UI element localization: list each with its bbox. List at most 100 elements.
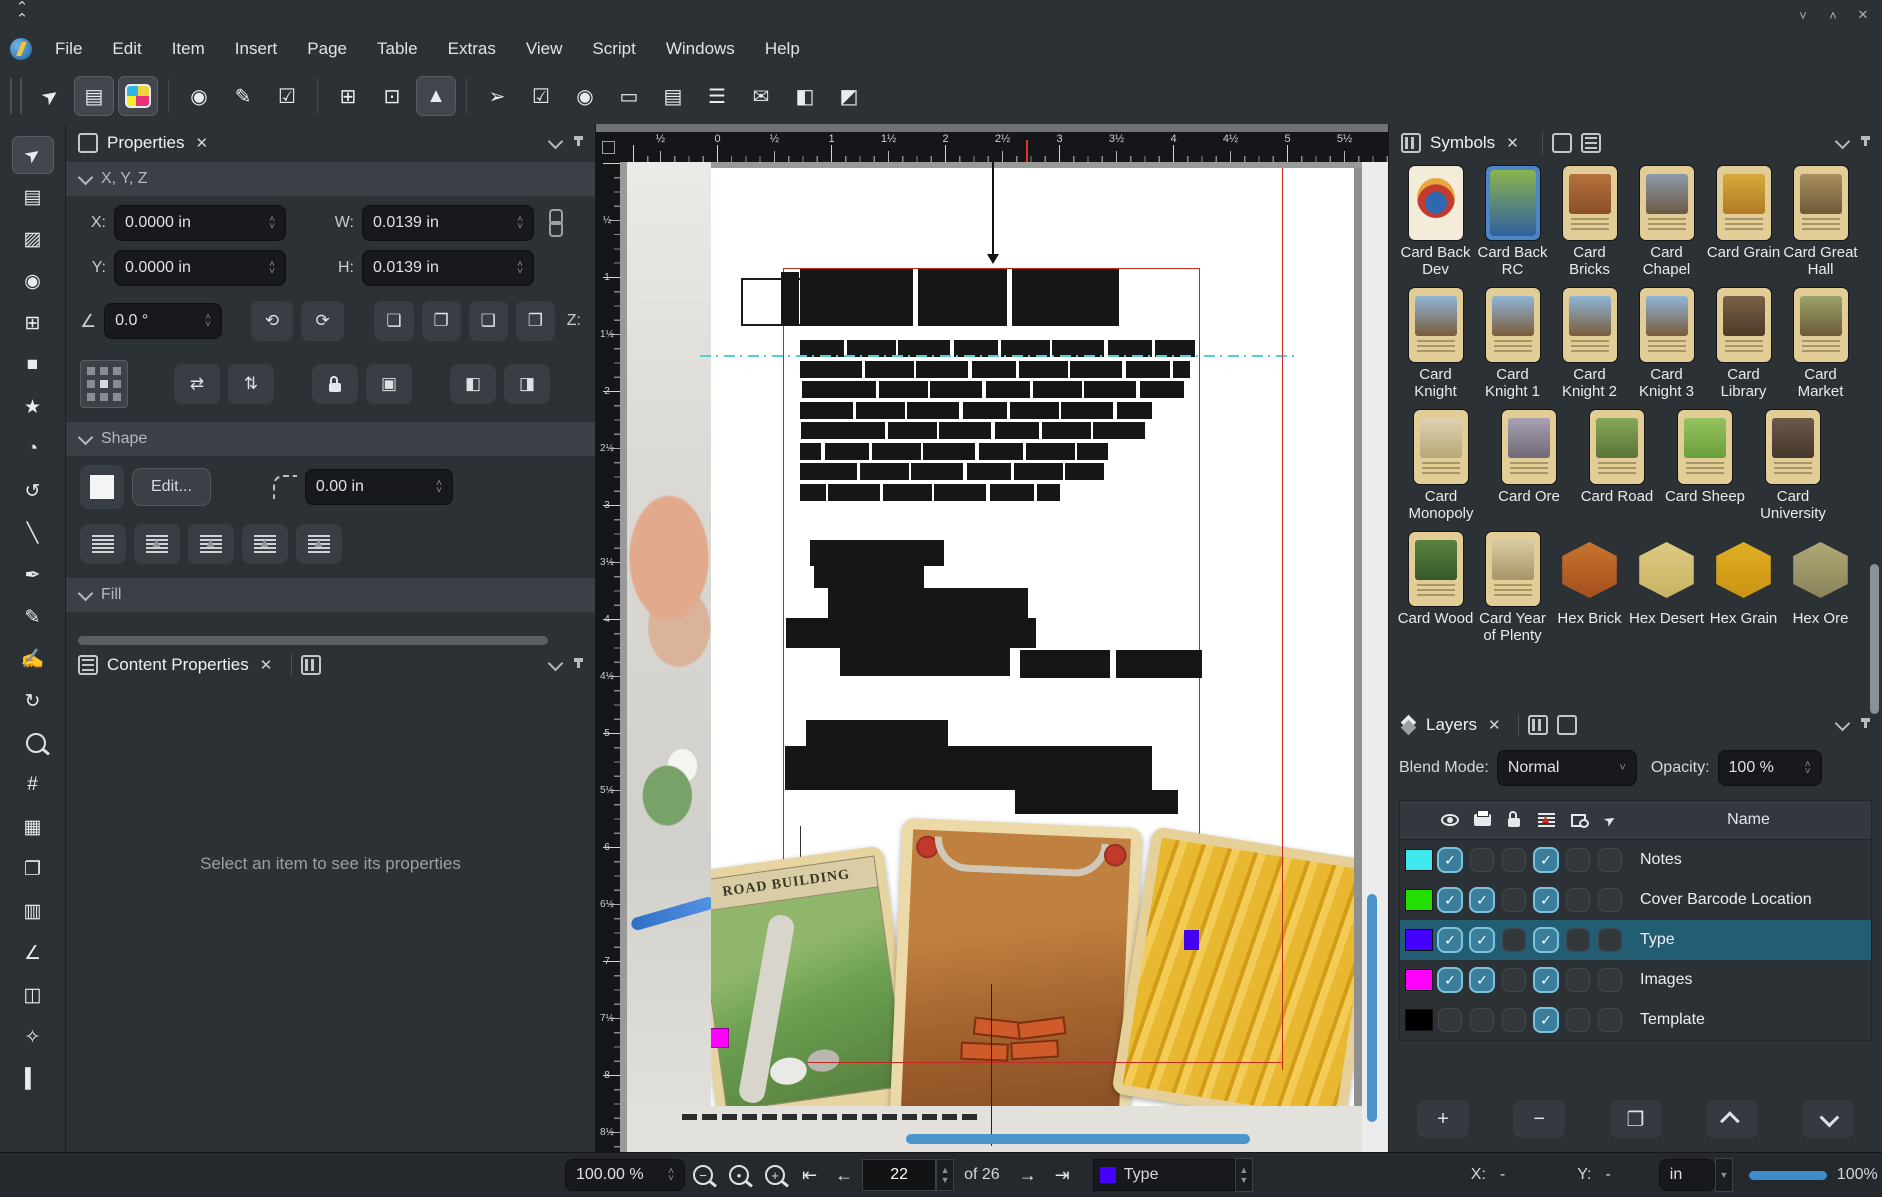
layer-print-checkbox[interactable]: [1471, 849, 1493, 871]
layer-visible-checkbox[interactable]: [1439, 849, 1461, 871]
layer-lock-checkbox[interactable]: [1503, 889, 1525, 911]
shape-swatch-button[interactable]: [80, 465, 124, 509]
symbol-item[interactable]: Card Year of Plenty: [1474, 532, 1551, 644]
next-page-icon[interactable]: →: [1019, 1165, 1037, 1186]
measurements-tool[interactable]: ∠: [12, 934, 54, 972]
edit-contents-tool[interactable]: #: [12, 766, 54, 804]
layer-combo-spinner[interactable]: ▲▼: [1235, 1158, 1253, 1192]
images-layer-handle[interactable]: [711, 1028, 729, 1048]
catan-card-brick[interactable]: [890, 818, 1143, 1128]
symbol-item[interactable]: Card Knight 3: [1628, 288, 1705, 400]
menu-item[interactable]: Page: [292, 30, 362, 68]
content-properties-close-icon[interactable]: ✕: [260, 656, 273, 674]
layers-collapse-chevron-icon[interactable]: [1835, 715, 1851, 731]
symbol-item[interactable]: Card Back RC: [1474, 166, 1551, 278]
symbol-item[interactable]: Card Knight 2: [1551, 288, 1628, 400]
page-number-input[interactable]: 22: [862, 1159, 936, 1191]
symbol-item[interactable]: Card Sheep: [1661, 410, 1749, 522]
select-item-tool[interactable]: ➤: [12, 136, 54, 174]
link-wh-icon[interactable]: [546, 208, 564, 238]
symbol-item[interactable]: Card University: [1749, 410, 1837, 522]
corner-radius-input[interactable]: 0.00 in˄˅: [305, 469, 453, 505]
insert-polygon-tool[interactable]: ★: [12, 388, 54, 426]
toolbar-drag-handle[interactable]: [10, 78, 22, 114]
collapse-toolbar-chevrons-icon[interactable]: ⌃⌃: [8, 2, 34, 26]
symbol-item[interactable]: Card Grain: [1705, 166, 1782, 278]
layer-color-swatch[interactable]: [1406, 890, 1432, 910]
symbol-item[interactable]: Card Library: [1705, 288, 1782, 400]
raise-button[interactable]: ❐: [422, 301, 461, 341]
rotation-input[interactable]: 0.0 °˄˅: [104, 303, 222, 339]
window-maximize-button[interactable]: ˄: [1822, 4, 1844, 26]
preflight-verifier-button[interactable]: ☑: [267, 76, 307, 116]
pdf-push-button[interactable]: ➢: [477, 76, 517, 116]
zoom-tool[interactable]: [12, 724, 54, 762]
symbols-pin-icon[interactable]: [1860, 136, 1870, 150]
last-page-icon[interactable]: ⇥: [1055, 1165, 1070, 1186]
layer-lock-checkbox[interactable]: [1503, 969, 1525, 991]
section-shape[interactable]: Shape: [66, 422, 595, 456]
symbols-close-icon[interactable]: ✕: [1506, 134, 1519, 152]
blend-mode-select[interactable]: Normal˅: [1497, 750, 1637, 786]
symbol-item[interactable]: Card Monopoly: [1397, 410, 1485, 522]
layer-outline-checkbox[interactable]: [1567, 889, 1589, 911]
symbol-item[interactable]: Card Knight: [1397, 288, 1474, 400]
edit-shape-button[interactable]: ✎: [223, 76, 263, 116]
symbol-item[interactable]: Card Back Dev: [1397, 166, 1474, 278]
zoom-100-icon[interactable]: •: [729, 1165, 749, 1185]
symbol-item[interactable]: Hex Ore: [1782, 532, 1859, 644]
insert-arc-tool[interactable]: ◔: [12, 430, 54, 468]
insert-text-frame-button[interactable]: ▤: [74, 76, 114, 116]
layer-outline-checkbox[interactable]: [1567, 849, 1589, 871]
unit-select[interactable]: in: [1659, 1159, 1715, 1191]
duplicate-layer-button[interactable]: ❐: [1610, 1100, 1662, 1138]
insert-shape-tool[interactable]: ■: [12, 346, 54, 384]
insert-calligraphic-tool[interactable]: ✍: [12, 640, 54, 678]
window-close-button[interactable]: ✕: [1852, 4, 1874, 26]
symbol-item[interactable]: Card Knight 1: [1474, 288, 1551, 400]
layer-print-checkbox[interactable]: [1471, 929, 1493, 951]
layer-color-swatch[interactable]: [1406, 1010, 1432, 1030]
basepoint-selector[interactable]: [80, 360, 128, 408]
layer-outline-checkbox[interactable]: [1567, 929, 1589, 951]
layer-print-checkbox[interactable]: [1471, 1009, 1493, 1031]
symbol-item[interactable]: Card Ore: [1485, 410, 1573, 522]
unit-spinner[interactable]: ▼: [1715, 1158, 1733, 1192]
insert-frame-button[interactable]: ⊡: [372, 76, 412, 116]
layer-visible-checkbox[interactable]: [1439, 889, 1461, 911]
content-properties-collapse-chevron-icon[interactable]: [548, 655, 564, 671]
ruler-origin-corner[interactable]: [596, 132, 621, 163]
layer-text-flow-checkbox[interactable]: [1535, 1009, 1557, 1031]
symbols-page-icon[interactable]: [1552, 133, 1572, 153]
layer-row[interactable]: Notes: [1400, 840, 1871, 880]
vertical-ruler[interactable]: ½11½22½33½44½55½66½77½88½: [596, 162, 620, 1152]
delete-layer-button[interactable]: −: [1513, 1100, 1565, 1138]
layer-lock-checkbox[interactable]: [1503, 1009, 1525, 1031]
layer-select-checkbox[interactable]: [1599, 969, 1621, 991]
menu-item[interactable]: File: [40, 30, 97, 68]
menu-item[interactable]: Table: [362, 30, 433, 68]
menu-item[interactable]: View: [511, 30, 578, 68]
document-viewport[interactable]: ROAD BUILDING: [620, 162, 1388, 1152]
group-button[interactable]: ◧: [450, 364, 496, 404]
pdf-text-field-button[interactable]: ▭: [609, 76, 649, 116]
menu-item[interactable]: Item: [157, 30, 220, 68]
insert-render-frame-tool[interactable]: ◉: [12, 262, 54, 300]
layers-pin-icon[interactable]: [1860, 718, 1870, 732]
symbol-item[interactable]: Card Market: [1782, 288, 1859, 400]
menu-item[interactable]: Script: [577, 30, 650, 68]
lower-layer-button[interactable]: [1802, 1100, 1854, 1138]
rotate-ccw-button[interactable]: ⟲: [251, 301, 294, 341]
menu-item[interactable]: Edit: [97, 30, 156, 68]
rotate-cw-button[interactable]: ⟳: [301, 301, 344, 341]
lower-button[interactable]: ❑: [469, 301, 508, 341]
type-layer-handle[interactable]: [1184, 930, 1199, 950]
section-xyz[interactable]: X, Y, Z: [66, 162, 595, 196]
layer-text-flow-checkbox[interactable]: [1535, 969, 1557, 991]
insert-freehand-tool[interactable]: ✎: [12, 598, 54, 636]
symbols-collapse-chevron-icon[interactable]: [1835, 133, 1851, 149]
pdf-check-box-button[interactable]: ☑: [521, 76, 561, 116]
symbol-item[interactable]: Hex Grain: [1705, 532, 1782, 644]
menu-item[interactable]: Windows: [651, 30, 750, 68]
raise-to-top-button[interactable]: ❏: [374, 301, 413, 341]
